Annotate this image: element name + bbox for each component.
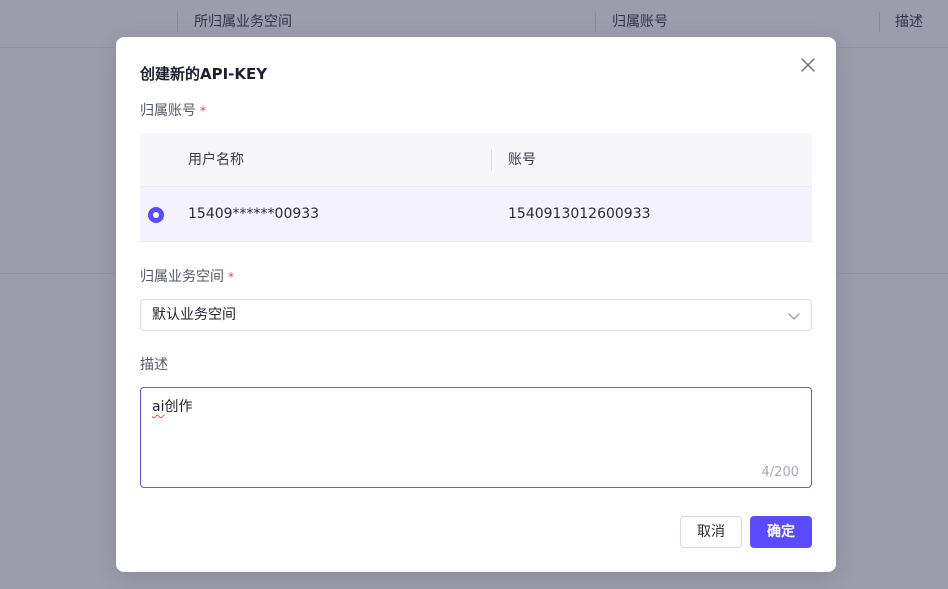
character-counter: 4/200 [761, 465, 799, 480]
account-table-header: 用户名称 账号 [140, 133, 812, 187]
radio-checked-icon[interactable] [148, 207, 164, 223]
cell-account: 1540913012600933 [508, 206, 651, 222]
header-divider [491, 149, 492, 171]
create-api-key-dialog: 创建新的API-KEY 归属账号 * 用户名称 账号 15409******009… [116, 37, 836, 572]
header-account: 账号 [508, 152, 536, 168]
description-text-rest: 创作 [164, 399, 193, 415]
spellcheck-word: ai [152, 399, 165, 415]
close-button[interactable] [800, 57, 816, 73]
workspace-field-label: 归属业务空间 * [140, 266, 234, 286]
header-username: 用户名称 [188, 152, 244, 168]
description-text: ai创作 [152, 396, 192, 416]
account-label-text: 归属账号 [140, 103, 196, 119]
workspace-select[interactable]: 默认业务空间 [140, 299, 812, 331]
workspace-select-value: 默认业务空间 [152, 307, 236, 323]
account-table: 用户名称 账号 15409******00933 154091301260093… [140, 133, 812, 243]
required-mark: * [228, 270, 234, 284]
description-textarea[interactable]: ai创作 4/200 [140, 387, 812, 488]
description-field-label: 描述 [140, 357, 168, 373]
required-mark: * [200, 104, 206, 118]
dialog-title: 创建新的API-KEY [140, 65, 268, 83]
cell-username: 15409******00933 [188, 206, 320, 222]
chevron-down-icon [788, 313, 800, 320]
workspace-label-text: 归属业务空间 [140, 269, 224, 285]
table-row[interactable]: 15409******00933 1540913012600933 [140, 187, 812, 242]
cancel-button[interactable]: 取消 [680, 516, 742, 548]
close-icon [801, 58, 815, 72]
confirm-button[interactable]: 确定 [750, 516, 812, 548]
account-field-label: 归属账号 * [140, 100, 206, 120]
